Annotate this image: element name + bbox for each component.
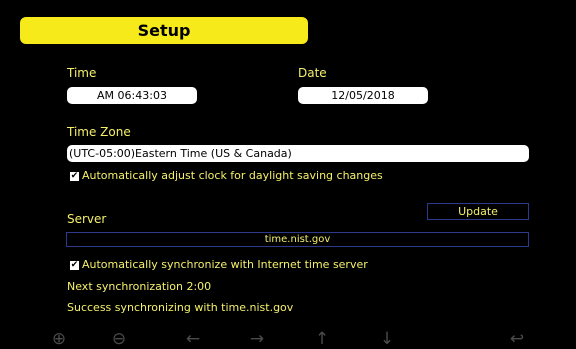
arrow-right-icon[interactable]: →: [246, 330, 268, 349]
timezone-label: Time Zone: [67, 125, 131, 139]
arrow-up-icon[interactable]: ↑: [311, 330, 333, 349]
next-sync-text: Next synchronization 2:00: [67, 280, 212, 293]
date-label: Date: [298, 66, 327, 80]
arrow-down-icon[interactable]: ↓: [376, 330, 398, 349]
dst-option[interactable]: ✔ Automatically adjust clock for daylight…: [70, 169, 383, 182]
date-field[interactable]: 12/05/2018: [298, 87, 428, 104]
back-icon[interactable]: ↩: [506, 330, 528, 349]
arrow-left-icon[interactable]: ←: [182, 330, 204, 349]
sync-label: Automatically synchronize with Internet …: [82, 258, 368, 271]
status-text: Success synchronizing with time.nist.gov: [67, 301, 294, 314]
server-label: Server: [67, 212, 107, 226]
toolbar: ⊕ ⊖ ← → ↑ ↓ ↩: [0, 330, 576, 349]
update-button[interactable]: Update: [427, 203, 529, 220]
zoom-in-icon[interactable]: ⊕: [48, 330, 70, 349]
page-title: Setup: [20, 17, 308, 44]
sync-option[interactable]: ✔ Automatically synchronize with Internet…: [70, 258, 368, 271]
timezone-select[interactable]: (UTC-05:00)Eastern Time (US & Canada): [67, 145, 529, 162]
dst-label: Automatically adjust clock for daylight …: [82, 169, 383, 182]
sync-checkbox[interactable]: ✔: [70, 260, 79, 270]
time-field[interactable]: AM 06:43:03: [67, 87, 197, 104]
server-field[interactable]: time.nist.gov: [66, 232, 529, 247]
dst-checkbox[interactable]: ✔: [70, 171, 79, 181]
zoom-out-icon[interactable]: ⊖: [108, 330, 130, 349]
time-label: Time: [67, 66, 97, 80]
